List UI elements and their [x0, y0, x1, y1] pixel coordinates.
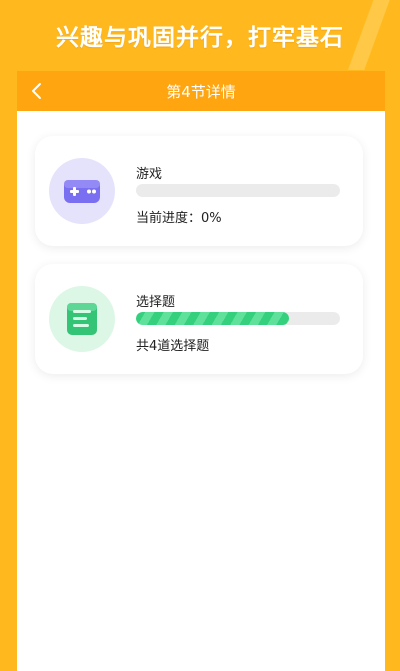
quiz-card[interactable]: 选择题 共4道选择题 — [35, 264, 363, 374]
question-count: 共4道选择题 — [136, 339, 210, 354]
app-screen: 第4节详情 游戏 当前进度：0% 选择题 共4道选择题 — [17, 71, 385, 671]
game-card[interactable]: 游戏 当前进度：0% — [35, 136, 363, 246]
progress-bar — [136, 312, 340, 325]
page-title: 第4节详情 — [166, 83, 236, 101]
nav-bar: 第4节详情 — [17, 71, 385, 111]
game-icon-circle — [49, 158, 115, 224]
card-title: 游戏 — [136, 167, 163, 182]
progress-fill — [136, 312, 289, 325]
document-icon — [67, 303, 97, 335]
progress-text: 当前进度：0% — [136, 211, 222, 226]
promo-banner: 兴趣与巩固并行，打牢基石 — [56, 25, 344, 51]
card-title: 选择题 — [136, 295, 176, 310]
quiz-icon-circle — [49, 286, 115, 352]
progress-bar — [136, 184, 340, 197]
gamepad-icon — [64, 180, 100, 203]
